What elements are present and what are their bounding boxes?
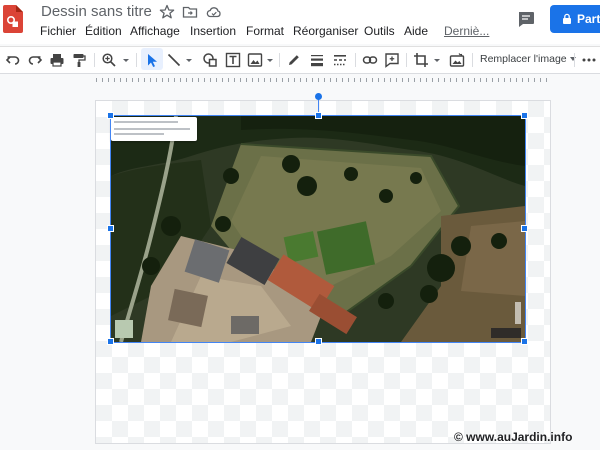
toolbar-divider [574, 53, 575, 67]
rotate-handle[interactable] [315, 93, 322, 100]
paint-format-icon[interactable] [71, 52, 87, 68]
toolbar-divider [355, 53, 356, 67]
line-dropdown-icon[interactable] [184, 52, 200, 68]
lock-icon [561, 13, 573, 25]
text-box-icon[interactable] [225, 52, 241, 68]
cloud-status-icon[interactable] [206, 4, 222, 20]
crop-dropdown-icon[interactable] [432, 52, 448, 68]
resize-handle-bottom-left[interactable] [107, 338, 114, 345]
image-icon[interactable] [247, 52, 263, 68]
horizontal-ruler[interactable] [96, 76, 548, 84]
star-icon[interactable] [159, 4, 175, 20]
resize-handle-top-left[interactable] [107, 112, 114, 119]
replace-image-label: Remplacer l'image [480, 53, 567, 65]
line-icon[interactable] [166, 52, 182, 68]
zoom-icon[interactable] [101, 52, 117, 68]
toolbar-divider [136, 53, 137, 67]
undo-icon[interactable] [5, 52, 21, 68]
crop-icon[interactable] [413, 52, 429, 68]
more-icon[interactable] [581, 52, 597, 68]
last-edit-link[interactable]: Derniè... [444, 24, 489, 38]
menu-format[interactable]: Format [246, 24, 284, 38]
toolbar-divider [279, 53, 280, 67]
resize-handle-bottom-right[interactable] [521, 338, 528, 345]
line-weight-icon[interactable] [309, 52, 325, 68]
toolbar-divider [94, 53, 95, 67]
menu-outils[interactable]: Outils [364, 24, 395, 38]
header: Dessin sans titre Fichier Édition Affich… [0, 0, 600, 44]
move-to-folder-icon[interactable] [182, 4, 198, 20]
share-button[interactable]: Parta [550, 5, 600, 33]
replace-image-button[interactable]: Remplacer l'image [480, 53, 576, 65]
menu-affichage[interactable]: Affichage [130, 24, 180, 38]
line-dash-icon[interactable] [332, 52, 348, 68]
comment-icon[interactable] [384, 52, 400, 68]
link-icon[interactable] [362, 52, 378, 68]
google-drawings-logo[interactable] [3, 5, 23, 33]
resize-handle-top[interactable] [315, 112, 322, 119]
resize-handle-right[interactable] [521, 225, 528, 232]
toolbar: Remplacer l'image [0, 46, 600, 74]
print-icon[interactable] [49, 52, 65, 68]
comment-history-icon[interactable] [516, 9, 536, 29]
menu-fichier[interactable]: Fichier [40, 24, 76, 38]
pen-icon[interactable] [286, 52, 302, 68]
resize-handle-top-right[interactable] [521, 112, 528, 119]
redo-icon[interactable] [27, 52, 43, 68]
menu-insertion[interactable]: Insertion [190, 24, 236, 38]
resize-handle-bottom[interactable] [315, 338, 322, 345]
selection-border [110, 115, 526, 343]
menu-reorganiser[interactable]: Réorganiser [293, 24, 358, 38]
menu-aide[interactable]: Aide [404, 24, 428, 38]
toolbar-divider [472, 53, 473, 67]
image-options-icon[interactable] [449, 52, 465, 68]
resize-handle-left[interactable] [107, 225, 114, 232]
toolbar-divider [406, 53, 407, 67]
document-title[interactable]: Dessin sans titre [41, 3, 152, 20]
zoom-dropdown-icon[interactable] [121, 52, 137, 68]
shape-icon[interactable] [202, 52, 218, 68]
select-icon[interactable] [144, 52, 160, 68]
share-label: Parta [577, 12, 600, 26]
watermark: © www.auJardin.info [454, 430, 573, 444]
menu-edition[interactable]: Édition [85, 24, 122, 38]
